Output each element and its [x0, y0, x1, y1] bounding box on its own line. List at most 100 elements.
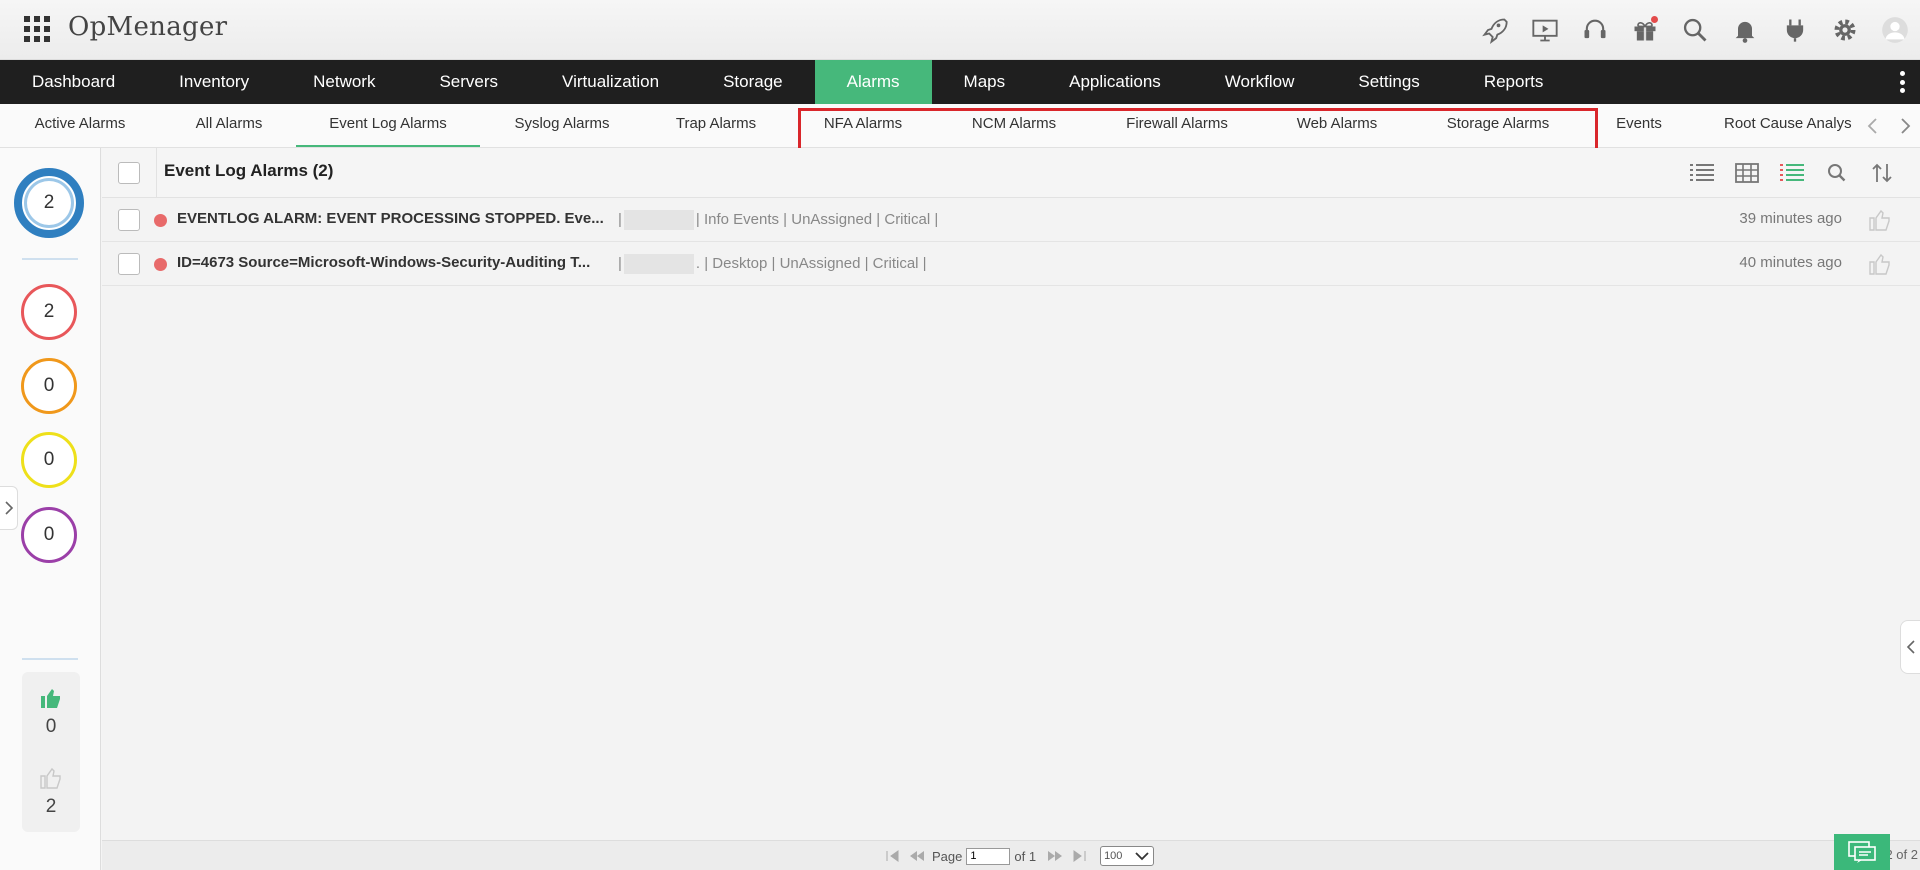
tab-trap-alarms[interactable]: Trap Alarms — [668, 104, 764, 147]
headset-icon[interactable] — [1570, 0, 1620, 60]
panel-divider — [22, 658, 78, 660]
scroll-right-icon[interactable] — [1896, 117, 1914, 135]
chevron-left-icon — [1906, 640, 1915, 654]
tab-all-alarms[interactable]: All Alarms — [184, 104, 274, 147]
liked-count: 0 — [45, 716, 57, 737]
tab-active-alarms[interactable]: Active Alarms — [30, 104, 130, 147]
nav-inventory[interactable]: Inventory — [147, 60, 281, 104]
more-menu-icon[interactable] — [1892, 68, 1912, 96]
nav-storage[interactable]: Storage — [691, 60, 815, 104]
chat-button[interactable] — [1834, 834, 1890, 870]
per-page-select[interactable]: 100 — [1100, 846, 1155, 866]
nav-virtualization[interactable]: Virtualization — [530, 60, 691, 104]
meta-details: | Info Events | UnAssigned | Critical | — [695, 210, 939, 228]
tab-firewall-alarms[interactable]: Firewall Alarms — [1118, 104, 1236, 147]
grid-view-icon[interactable] — [1729, 158, 1765, 188]
last-page-icon[interactable] — [1070, 849, 1088, 863]
severity-dot — [154, 214, 167, 227]
user-avatar-icon[interactable] — [1870, 0, 1920, 60]
chat-icon — [1848, 841, 1876, 863]
first-page-icon[interactable] — [884, 849, 902, 863]
service-down-count-ring[interactable]: 0 — [21, 507, 77, 563]
tab-event-log-alarms[interactable]: Event Log Alarms — [296, 104, 480, 147]
panel-divider — [22, 258, 78, 260]
nav-maps[interactable]: Maps — [932, 60, 1038, 104]
redacted-device — [623, 210, 694, 230]
pagination-bar: Page of 1 100 View 1 - 2 of 2 — [102, 840, 1920, 870]
page-title: Event Log Alarms (2) — [164, 161, 334, 180]
select-all-checkbox[interactable] — [118, 162, 140, 184]
severity-list-view-icon[interactable] — [1774, 158, 1810, 188]
like-icon[interactable] — [1868, 208, 1892, 232]
nav-applications[interactable]: Applications — [1037, 60, 1193, 104]
total-alarms-ring[interactable]: 2 — [14, 168, 84, 238]
search-icon[interactable] — [1670, 0, 1720, 60]
row-checkbox[interactable] — [118, 253, 140, 275]
nav-dashboard[interactable]: Dashboard — [0, 60, 147, 104]
search-icon[interactable] — [1819, 158, 1855, 188]
view-toolbar — [1675, 158, 1900, 188]
alarm-row[interactable]: ID=4673 Source=Microsoft-Windows-Securit… — [102, 242, 1920, 286]
collapse-right-panel-button[interactable] — [1900, 620, 1920, 674]
gear-icon[interactable] — [1820, 0, 1870, 60]
alarm-message[interactable]: EVENTLOG ALARM: EVENT PROCESSING STOPPED… — [177, 210, 604, 227]
alarm-list-panel: Event Log Alarms (2) EVENTLOG ALARM: EVE… — [102, 148, 1920, 870]
main-navigation: Dashboard Inventory Network Servers Virt… — [0, 60, 1920, 104]
presentation-icon[interactable] — [1520, 0, 1570, 60]
critical-count-ring[interactable]: 2 — [21, 284, 77, 340]
row-checkbox[interactable] — [118, 209, 140, 231]
top-header: OpMenager — [0, 0, 1920, 60]
severity-dot — [154, 258, 167, 271]
votes-box: 0 2 — [22, 672, 80, 832]
alarm-meta: | | Info Events | UnAssigned | Critical | — [618, 210, 938, 230]
meta-separator: | — [618, 254, 622, 272]
nav-network[interactable]: Network — [281, 60, 407, 104]
scroll-left-icon[interactable] — [1864, 117, 1882, 135]
page-label: Page — [932, 848, 963, 864]
pager: Page of 1 100 — [884, 846, 1155, 866]
trouble-count-ring[interactable]: 0 — [21, 358, 77, 414]
list-view-icon[interactable] — [1684, 158, 1720, 188]
thumbs-up-icon[interactable] — [39, 686, 63, 710]
chevron-right-icon — [4, 501, 13, 515]
meta-separator: | — [618, 210, 622, 228]
nav-settings[interactable]: Settings — [1326, 60, 1451, 104]
page-number-input[interactable] — [966, 847, 1011, 865]
like-icon[interactable] — [1868, 252, 1892, 276]
plug-icon[interactable] — [1770, 0, 1820, 60]
nav-reports[interactable]: Reports — [1452, 60, 1576, 104]
app-grid-icon[interactable] — [24, 16, 50, 42]
disliked-count: 2 — [45, 796, 57, 817]
bell-icon[interactable] — [1720, 0, 1770, 60]
rocket-icon[interactable] — [1470, 0, 1520, 60]
gift-icon[interactable] — [1620, 0, 1670, 60]
redacted-device — [623, 254, 694, 274]
sort-icon[interactable] — [1864, 158, 1900, 188]
alarm-time: 40 minutes ago — [1739, 254, 1842, 271]
nav-alarms[interactable]: Alarms — [814, 60, 932, 104]
tab-ncm-alarms[interactable]: NCM Alarms — [964, 104, 1064, 147]
nav-servers[interactable]: Servers — [407, 60, 530, 104]
alarm-time: 39 minutes ago — [1739, 210, 1842, 227]
nav-workflow[interactable]: Workflow — [1193, 60, 1327, 104]
tab-web-alarms[interactable]: Web Alarms — [1292, 104, 1382, 147]
tab-root-cause-analysis[interactable]: Root Cause Analys — [1724, 104, 1858, 147]
tab-syslog-alarms[interactable]: Syslog Alarms — [508, 104, 616, 147]
tab-events[interactable]: Events — [1612, 104, 1666, 147]
header-separator — [156, 148, 157, 198]
alarm-row[interactable]: EVENTLOG ALARM: EVENT PROCESSING STOPPED… — [102, 198, 1920, 242]
attention-count-ring[interactable]: 0 — [21, 432, 77, 488]
list-header: Event Log Alarms (2) — [102, 148, 1920, 198]
notification-dot — [1651, 16, 1658, 23]
alarm-message[interactable]: ID=4673 Source=Microsoft-Windows-Securit… — [177, 254, 590, 271]
chevron-down-icon — [1135, 852, 1149, 861]
page-total: of 1 — [1014, 848, 1037, 864]
tab-nfa-alarms[interactable]: NFA Alarms — [818, 104, 908, 147]
alarm-meta: | . | Desktop | UnAssigned | Critical | — [618, 254, 927, 274]
prev-page-icon[interactable] — [908, 849, 926, 863]
expand-panel-button[interactable] — [0, 486, 18, 530]
thumbs-up-outline-icon[interactable] — [39, 766, 63, 790]
next-page-icon[interactable] — [1046, 849, 1064, 863]
tab-storage-alarms[interactable]: Storage Alarms — [1440, 104, 1556, 147]
meta-details: . | Desktop | UnAssigned | Critical | — [695, 254, 927, 272]
